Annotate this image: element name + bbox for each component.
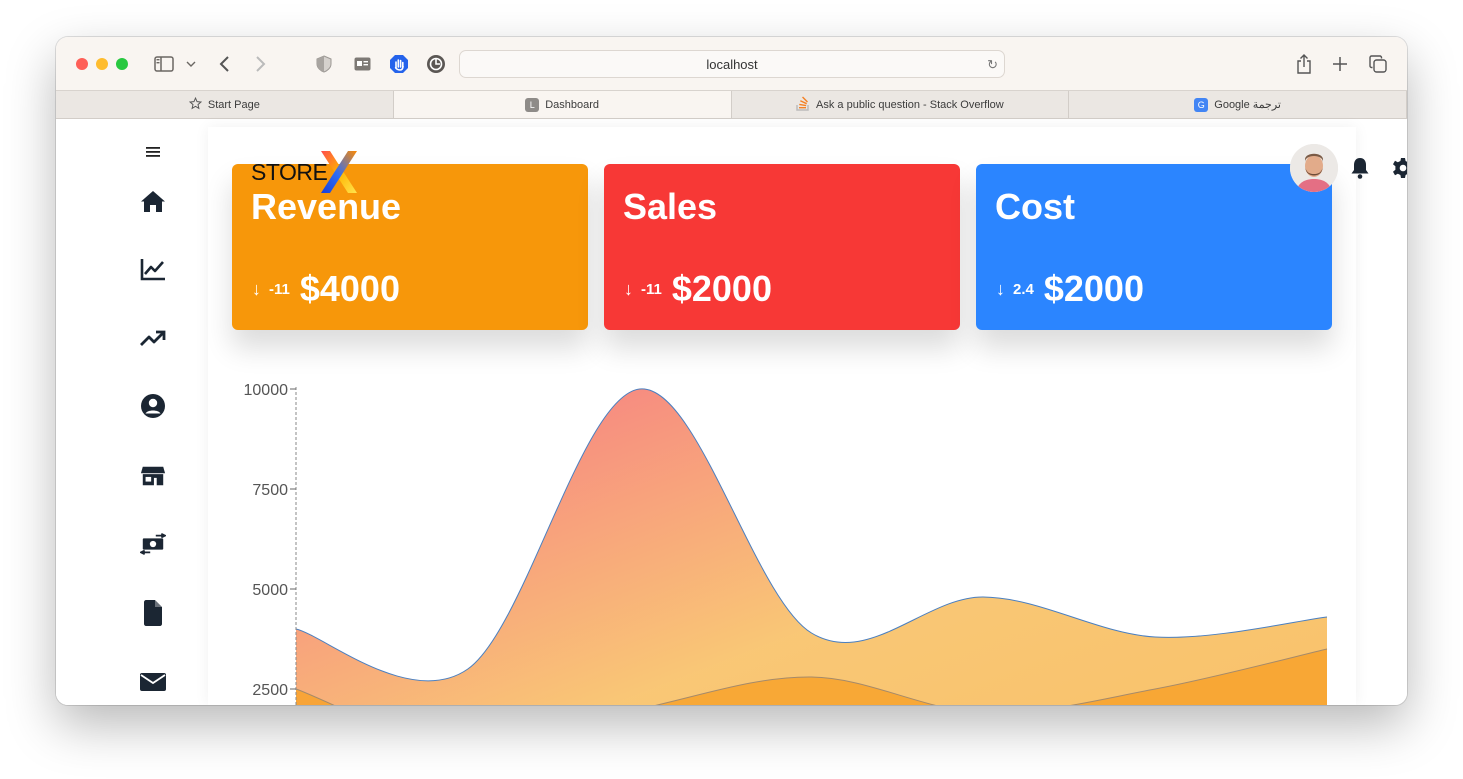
series-area-1 <box>296 388 1327 705</box>
menu-icon[interactable] <box>140 139 166 165</box>
back-icon[interactable] <box>216 53 234 75</box>
card-change: -11 <box>641 280 662 298</box>
store-icon[interactable] <box>140 463 166 489</box>
bell-icon[interactable] <box>1350 157 1370 184</box>
tab-label: Dashboard <box>545 98 600 111</box>
forward-icon[interactable] <box>251 53 269 75</box>
avatar[interactable] <box>1290 144 1338 192</box>
new-tab-icon[interactable] <box>1330 53 1350 75</box>
tab-dashboard[interactable]: L Dashboard <box>393 91 732 118</box>
reader-icon[interactable] <box>353 53 371 75</box>
tab-start-page[interactable]: Start Page <box>56 91 394 118</box>
mail-icon[interactable] <box>140 669 166 695</box>
cost-card[interactable]: Cost ↓ 2.4 $2000 <box>976 164 1332 330</box>
chart-plot: 10000 7500 5000 2500 <box>244 382 1328 705</box>
line-chart-icon[interactable] <box>140 256 166 282</box>
stackoverflow-icon <box>796 96 810 114</box>
star-icon <box>188 96 202 113</box>
adblock-hand-icon[interactable] <box>389 53 409 75</box>
y-tick-label: 5000 <box>252 582 288 599</box>
card-value: $2000 <box>671 268 772 309</box>
l-favicon-icon: L <box>525 97 540 112</box>
y-tick-label: 7500 <box>252 482 288 499</box>
tab-label: Google ترجمة <box>1214 99 1281 111</box>
url-text: localhost <box>706 56 758 72</box>
tab-overview-icon[interactable] <box>1368 53 1388 75</box>
browser-toolbar: localhost ↻ <box>56 37 1407 90</box>
sidebar <box>56 119 208 705</box>
store-logo[interactable]: STORE <box>251 149 371 199</box>
card-title: Cost <box>995 186 1075 227</box>
page-content: Revenue ↓ -11 $4000 Sales ↓ -11 $2000 Co… <box>56 119 1407 705</box>
card-stats: ↓ 2.4 $2000 <box>996 268 1144 310</box>
dashboard-main: Revenue ↓ -11 $4000 Sales ↓ -11 $2000 Co… <box>208 127 1407 705</box>
chevron-down-icon[interactable] <box>184 53 198 75</box>
arrow-down-icon: ↓ <box>996 278 1005 299</box>
browser-window: localhost ↻ Start Page L Dashboard Ask a… <box>56 37 1407 705</box>
home-icon[interactable] <box>140 188 166 214</box>
logo-text: STORE <box>251 159 328 185</box>
arrow-down-icon: ↓ <box>252 278 261 299</box>
address-bar[interactable]: localhost ↻ <box>459 50 1005 78</box>
minimize-window-button[interactable] <box>96 58 108 70</box>
card-change: 2.4 <box>1013 280 1034 298</box>
tab-bar: Start Page L Dashboard Ask a public ques… <box>56 90 1407 119</box>
card-value: $4000 <box>299 268 400 309</box>
card-stats: ↓ -11 $4000 <box>252 268 400 310</box>
card-change: -11 <box>269 280 290 298</box>
y-tick-label: 10000 <box>244 382 289 399</box>
privacy-extension-icon[interactable] <box>425 53 447 75</box>
user-circle-icon[interactable] <box>140 393 166 419</box>
arrow-down-icon: ↓ <box>624 278 633 299</box>
tab-label: Ask a public question - Stack Overflow <box>816 98 1004 111</box>
tab-stackoverflow[interactable]: Ask a public question - Stack Overflow <box>732 91 1070 118</box>
tab-google-translate[interactable]: G Google ترجمة <box>1069 91 1407 118</box>
card-title: Sales <box>623 186 718 227</box>
card-value: $2000 <box>1043 268 1144 309</box>
y-tick-label: 2500 <box>252 682 288 699</box>
tab-label: Start Page <box>207 98 260 111</box>
sidebar-toggle-icon[interactable] <box>153 53 175 75</box>
google-translate-icon: G <box>1194 97 1209 112</box>
reload-icon[interactable]: ↻ <box>987 57 998 73</box>
zoom-window-button[interactable] <box>116 58 128 70</box>
file-icon[interactable] <box>140 600 166 626</box>
gear-icon[interactable] <box>1392 157 1407 184</box>
money-transfer-icon[interactable] <box>140 531 166 557</box>
trending-up-icon[interactable] <box>140 325 166 351</box>
share-icon[interactable] <box>1294 53 1314 75</box>
close-window-button[interactable] <box>76 58 88 70</box>
shield-icon[interactable] <box>315 53 333 75</box>
card-stats: ↓ -11 $2000 <box>624 268 772 310</box>
logo-x-icon <box>321 151 357 193</box>
sales-card[interactable]: Sales ↓ -11 $2000 <box>604 164 960 330</box>
area-chart: 10000 7500 5000 2500 <box>244 382 1328 705</box>
